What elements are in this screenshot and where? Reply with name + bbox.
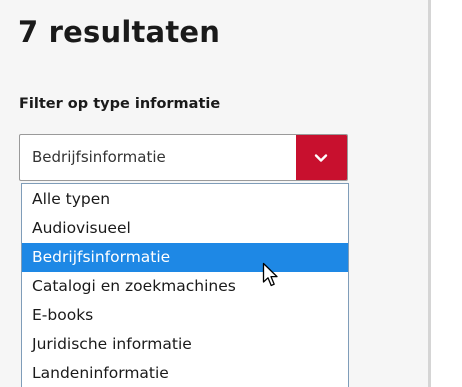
option-juridische-informatie[interactable]: Juridische informatie xyxy=(22,330,348,359)
option-e-books[interactable]: E-books xyxy=(22,301,348,330)
chevron-down-icon xyxy=(314,154,328,162)
option-bedrijfsinformatie[interactable]: Bedrijfsinformatie xyxy=(22,243,348,272)
select-toggle-button[interactable] xyxy=(296,135,347,180)
results-count-heading: 7 resultaten xyxy=(18,15,221,49)
type-filter-select[interactable]: Bedrijfsinformatie xyxy=(19,134,348,181)
option-catalogi-en-zoekmachines[interactable]: Catalogi en zoekmachines xyxy=(22,272,348,301)
select-current-value: Bedrijfsinformatie xyxy=(32,148,166,166)
type-filter-options[interactable]: Alle typen Audiovisueel Bedrijfsinformat… xyxy=(21,183,349,387)
filter-type-label: Filter op type informatie xyxy=(19,96,221,112)
option-landeninformatie[interactable]: Landeninformatie xyxy=(22,359,348,387)
option-audiovisueel[interactable]: Audiovisueel xyxy=(22,214,348,243)
sidebar-divider xyxy=(428,0,431,387)
option-alle-typen[interactable]: Alle typen xyxy=(22,185,348,214)
